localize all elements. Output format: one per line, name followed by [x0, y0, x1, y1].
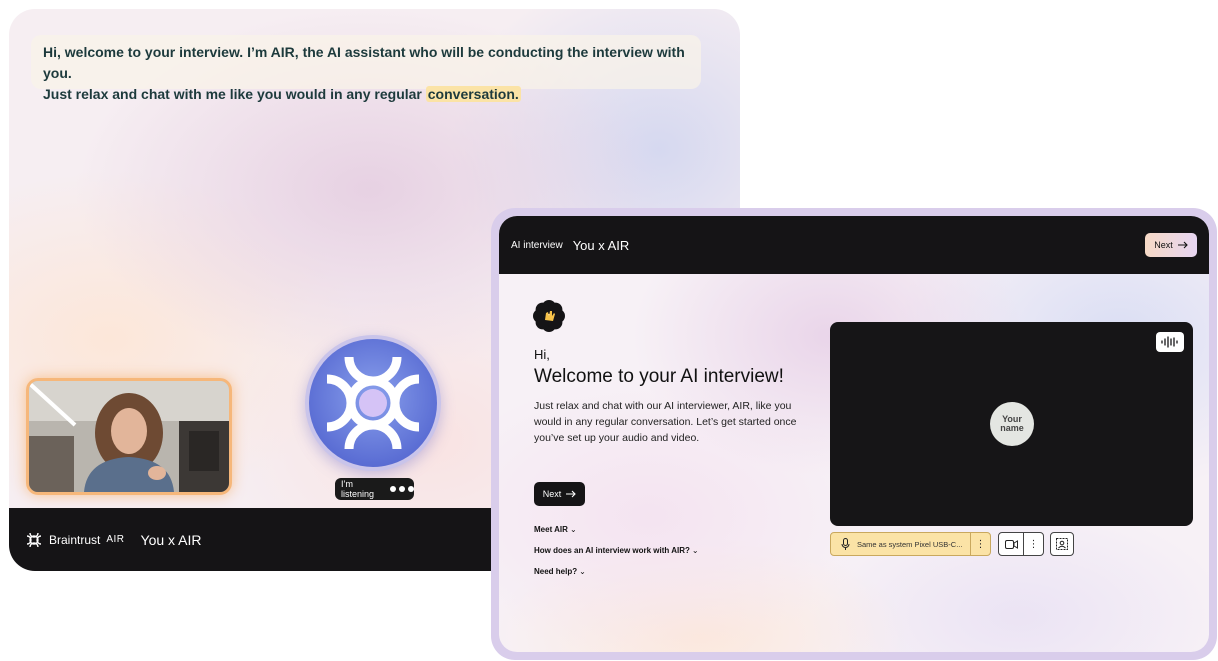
avatar: Your name	[990, 402, 1034, 446]
air-avatar-orb	[305, 335, 441, 471]
background-effects-button[interactable]	[1050, 532, 1074, 556]
how-it-works-link[interactable]: How does an AI interview work with AIR? ⌄	[534, 546, 699, 555]
setup-topbar: AI interview You x AIR Next	[499, 216, 1209, 274]
chevron-down-icon: ⌄	[579, 567, 586, 576]
braintrust-logo-icon	[26, 532, 42, 547]
listening-dots	[390, 486, 414, 492]
more-vertical-icon[interactable]: ⋮	[970, 533, 990, 555]
need-help-label: Need help?	[534, 567, 578, 576]
interview-title: You x AIR	[140, 531, 202, 548]
audio-wave-glyph	[1161, 336, 1178, 348]
air-orb	[309, 339, 437, 467]
welcome-heading: Welcome to your AI interview!	[534, 366, 784, 387]
setup-title: You x AIR	[572, 237, 630, 253]
brand-logo: Braintrust AIR	[25, 531, 125, 549]
candidate-video-image	[29, 381, 229, 492]
transcript-line-2: Just relax and chat with me like you wou…	[43, 84, 689, 105]
brand-suffix: AIR	[106, 534, 125, 545]
setup-window: AI interview You x AIR Next Hi, Welcome …	[499, 216, 1209, 652]
listening-label: I’m listening	[341, 479, 375, 499]
need-help-link[interactable]: Need help? ⌄	[534, 567, 586, 576]
setup-window-frame: AI interview You x AIR Next Hi, Welcome …	[491, 208, 1217, 660]
stage: Hi, welcome to your interview. I’m AIR, …	[0, 0, 1218, 661]
candidate-camera-feed	[26, 378, 232, 495]
welcome-description: Just relax and chat with our AI intervie…	[534, 400, 797, 444]
transcript-line-2-text: Just relax and chat with me like you wou…	[43, 86, 426, 102]
greeting: Hi,	[534, 347, 550, 362]
topbar-next-button[interactable]: Next	[1145, 233, 1197, 257]
camera-icon[interactable]	[999, 539, 1023, 549]
audio-wave-icon[interactable]	[1156, 332, 1184, 352]
section-label: AI interview	[511, 239, 563, 251]
more-vertical-icon[interactable]: ⋮	[1023, 533, 1043, 555]
arrow-right-icon	[566, 490, 577, 498]
how-it-works-label: How does an AI interview work with AIR?	[534, 546, 690, 555]
chevron-down-icon: ⌄	[691, 546, 699, 555]
next-button[interactable]: Next	[534, 482, 585, 506]
brand-name: Braintrust	[49, 532, 101, 547]
camera-control[interactable]: ⋮	[998, 532, 1044, 556]
listening-status: I’m listening	[335, 478, 414, 500]
video-preview: Your name	[830, 322, 1193, 526]
transcript-highlight: conversation.	[425, 86, 521, 102]
audio-device-value: Same as system Pixel USB-C...	[857, 539, 963, 549]
next-button-label: Next	[542, 489, 562, 499]
arrow-right-icon	[1177, 241, 1188, 249]
topbar-next-label: Next	[1154, 240, 1173, 250]
meet-air-label: Meet AIR	[534, 525, 568, 534]
background-icon	[1056, 538, 1068, 550]
transcript-line-1: Hi, welcome to your interview. I’m AIR, …	[43, 44, 685, 81]
microphone-selector[interactable]: Same as system Pixel USB-C... ⋮	[830, 532, 991, 556]
meet-air-link[interactable]: Meet AIR ⌄	[534, 525, 577, 534]
microphone-icon	[835, 537, 855, 551]
waving-hand-icon	[533, 300, 565, 332]
air-logo-icon	[326, 356, 420, 450]
chevron-down-icon: ⌄	[569, 525, 577, 534]
transcript-box: Hi, welcome to your interview. I’m AIR, …	[31, 35, 701, 102]
